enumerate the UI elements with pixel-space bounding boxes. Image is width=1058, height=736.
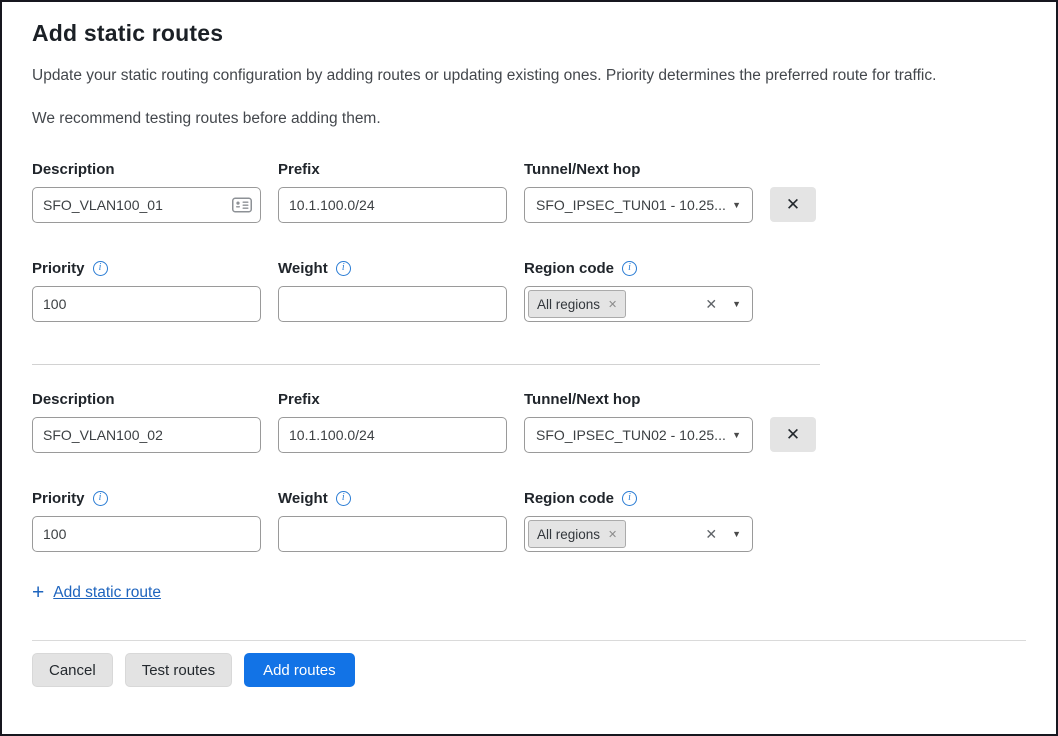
footer-divider: [32, 640, 1026, 641]
weight-label: Weight: [278, 490, 328, 507]
description-field: Description: [32, 161, 261, 223]
tunnel-select[interactable]: SFO_IPSEC_TUN01 - 10.25... ▼: [524, 187, 753, 223]
info-icon[interactable]: i: [622, 491, 637, 506]
priority-label: Priority: [32, 260, 85, 277]
remove-route-button[interactable]: ✕: [770, 417, 816, 452]
remove-region-icon[interactable]: ✕: [608, 298, 617, 311]
priority-label: Priority: [32, 490, 85, 507]
prefix-input[interactable]: [278, 417, 507, 453]
close-icon: ✕: [786, 425, 800, 445]
description-input[interactable]: [32, 187, 261, 223]
cancel-button[interactable]: Cancel: [32, 653, 113, 687]
weight-input[interactable]: [278, 516, 507, 552]
prefix-field: Prefix: [278, 391, 507, 453]
weight-input[interactable]: [278, 286, 507, 322]
description-label: Description: [32, 391, 261, 408]
test-routes-button[interactable]: Test routes: [125, 653, 232, 687]
region-select[interactable]: All regions ✕ ✕ ▼: [524, 516, 753, 552]
prefix-field: Prefix: [278, 161, 507, 223]
description-label: Description: [32, 161, 261, 178]
add-static-routes-dialog: { "page": { "title": "Add static routes"…: [0, 0, 1058, 736]
info-icon[interactable]: i: [336, 261, 351, 276]
remove-route-button[interactable]: ✕: [770, 187, 816, 222]
info-icon[interactable]: i: [336, 491, 351, 506]
plus-icon: +: [32, 582, 44, 603]
route-entry: Description Prefix Tunnel/Next hop SFO_I…: [32, 391, 1026, 552]
region-chip-label: All regions: [537, 297, 600, 312]
priority-input[interactable]: [32, 516, 261, 552]
dialog-footer: Cancel Test routes Add routes: [32, 653, 1026, 687]
info-icon[interactable]: i: [93, 261, 108, 276]
chevron-down-icon: ▼: [732, 430, 741, 440]
info-icon[interactable]: i: [622, 261, 637, 276]
tunnel-field: Tunnel/Next hop SFO_IPSEC_TUN01 - 10.25.…: [524, 161, 753, 223]
region-chip: All regions ✕: [528, 520, 626, 548]
prefix-label: Prefix: [278, 391, 507, 408]
region-chip-label: All regions: [537, 527, 600, 542]
clear-icon[interactable]: ✕: [705, 296, 717, 313]
chevron-down-icon: ▼: [732, 200, 741, 210]
add-routes-button[interactable]: Add routes: [244, 653, 355, 687]
region-field: Region code i All regions ✕ ✕ ▼: [524, 260, 753, 322]
route-divider: [32, 364, 820, 365]
route-entry: Description: [32, 161, 1026, 322]
close-icon: ✕: [786, 195, 800, 215]
tunnel-select-value: SFO_IPSEC_TUN01 - 10.25...: [536, 197, 726, 213]
tunnel-label: Tunnel/Next hop: [524, 161, 753, 178]
description-field: Description: [32, 391, 261, 453]
region-label: Region code: [524, 490, 614, 507]
chevron-down-icon: ▼: [732, 299, 741, 309]
tunnel-label: Tunnel/Next hop: [524, 391, 753, 408]
clear-icon[interactable]: ✕: [705, 526, 717, 543]
add-static-route-link[interactable]: + Add static route: [32, 582, 161, 603]
weight-field: Weight i: [278, 260, 507, 322]
prefix-input[interactable]: [278, 187, 507, 223]
add-static-route-label: Add static route: [53, 584, 161, 602]
tunnel-select[interactable]: SFO_IPSEC_TUN02 - 10.25... ▼: [524, 417, 753, 453]
contact-card-icon: [232, 198, 252, 213]
tunnel-select-value: SFO_IPSEC_TUN02 - 10.25...: [536, 427, 726, 443]
remove-region-icon[interactable]: ✕: [608, 528, 617, 541]
description-input[interactable]: [32, 417, 261, 453]
region-label: Region code: [524, 260, 614, 277]
page-title: Add static routes: [32, 20, 1026, 47]
priority-field: Priority i: [32, 260, 261, 322]
region-chip: All regions ✕: [528, 290, 626, 318]
priority-input[interactable]: [32, 286, 261, 322]
chevron-down-icon: ▼: [732, 529, 741, 539]
dialog-body: Add static routes Update your static rou…: [2, 2, 1056, 687]
region-select[interactable]: All regions ✕ ✕ ▼: [524, 286, 753, 322]
weight-label: Weight: [278, 260, 328, 277]
priority-field: Priority i: [32, 490, 261, 552]
note-text: We recommend testing routes before addin…: [32, 110, 1026, 128]
tunnel-field: Tunnel/Next hop SFO_IPSEC_TUN02 - 10.25.…: [524, 391, 753, 453]
weight-field: Weight i: [278, 490, 507, 552]
info-icon[interactable]: i: [93, 491, 108, 506]
prefix-label: Prefix: [278, 161, 507, 178]
region-field: Region code i All regions ✕ ✕ ▼: [524, 490, 753, 552]
intro-text: Update your static routing configuration…: [32, 67, 1026, 85]
